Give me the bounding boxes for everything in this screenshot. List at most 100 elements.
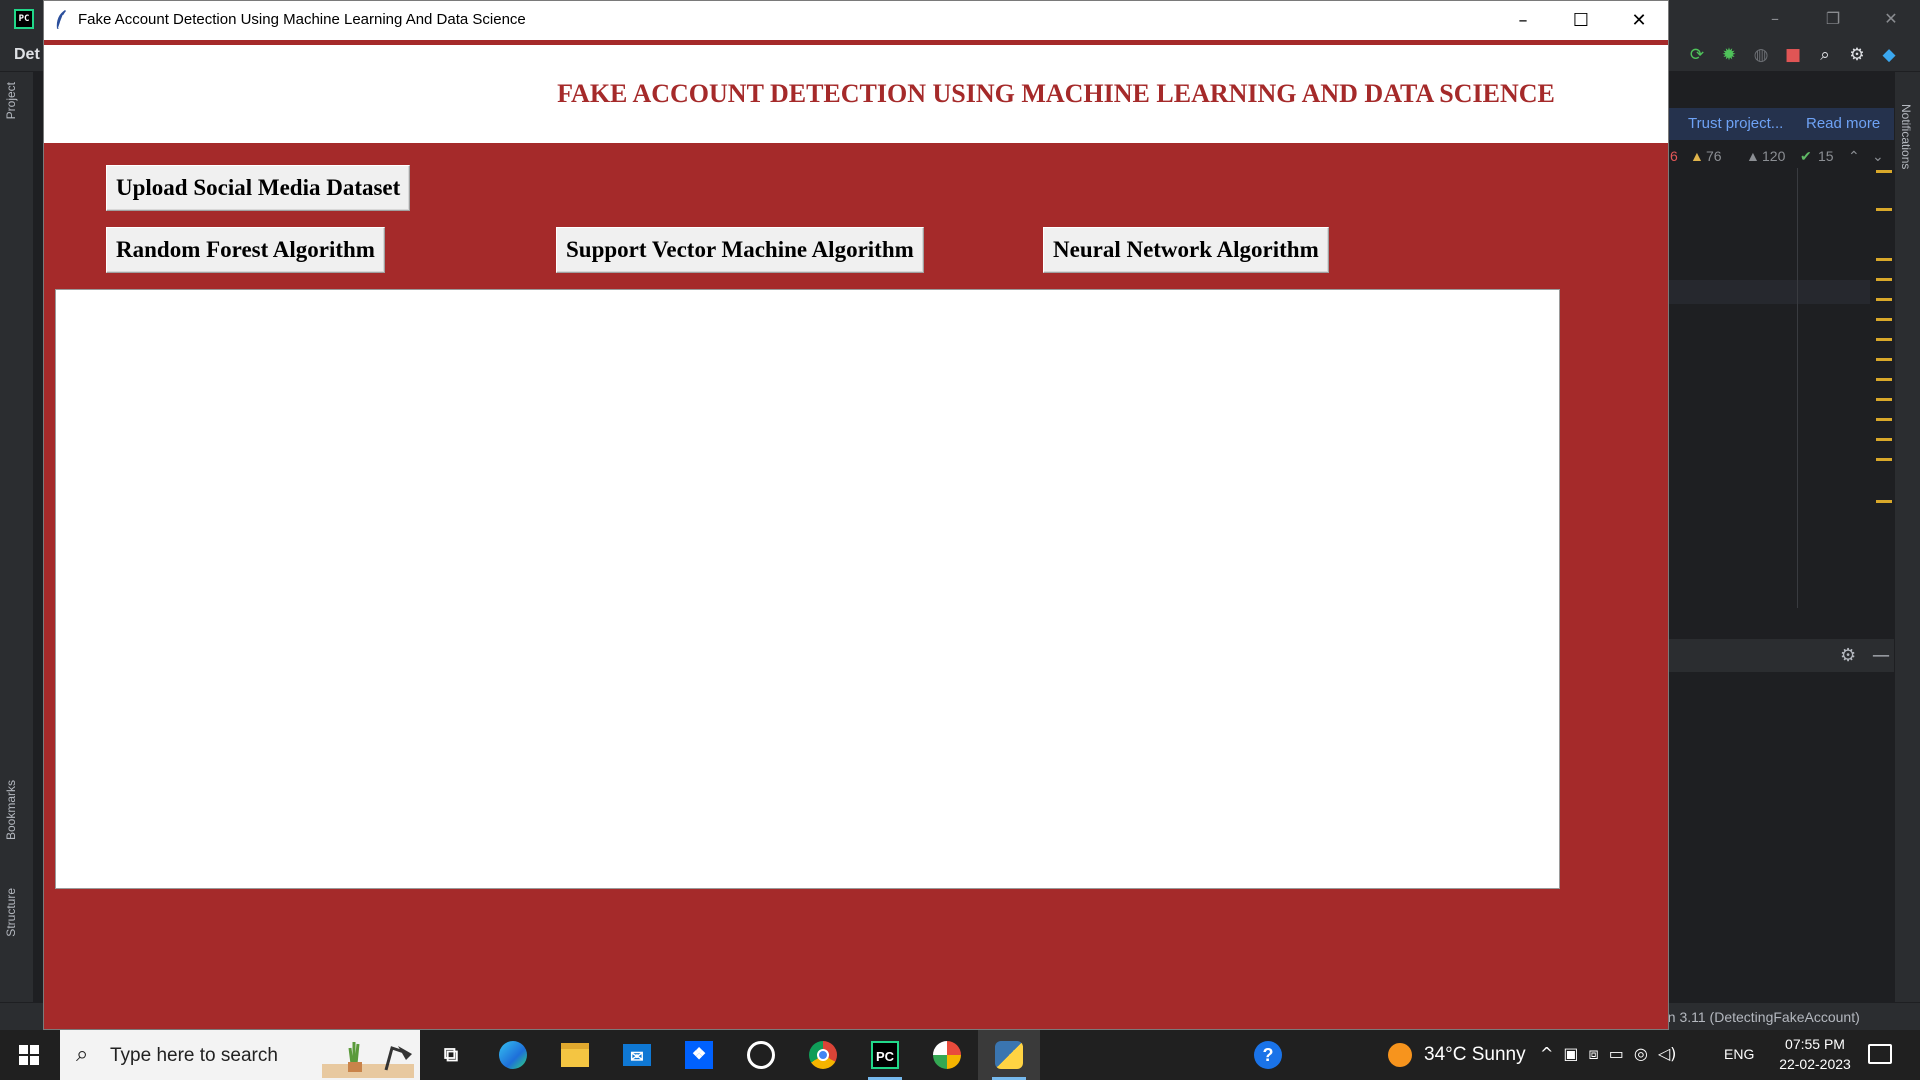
volume-icon[interactable]: ◁) — [1658, 1044, 1677, 1064]
output-textarea[interactable] — [55, 289, 1560, 889]
clock-date: 22-02-2023 — [1779, 1056, 1851, 1072]
upload-dataset-button[interactable]: Upload Social Media Dataset — [106, 165, 411, 211]
pycharm-icon[interactable]: PC — [854, 1030, 916, 1080]
warning-stripe-mark — [1876, 458, 1892, 461]
ide-close-button[interactable]: ✕ — [1862, 0, 1920, 38]
ide-right-tool-strip: Notifications — [1894, 72, 1920, 1010]
search-everywhere-icon[interactable]: ⌕ — [1814, 44, 1836, 66]
random-forest-button[interactable]: Random Forest Algorithm — [106, 227, 385, 273]
app-minimize-button[interactable]: – — [1494, 1, 1552, 40]
fake-account-detection-window: Fake Account Detection Using Machine Lea… — [43, 0, 1669, 1030]
coverage-icon[interactable]: ◍ — [1750, 44, 1772, 66]
app-heading-panel: FAKE ACCOUNT DETECTION USING MACHINE LEA… — [44, 45, 1668, 143]
pycharm-logo-icon: PC — [14, 9, 34, 29]
help-icon[interactable]: ? — [1254, 1041, 1282, 1069]
chevron-down-icon[interactable]: ⌄ — [1872, 148, 1884, 165]
taskbar-pinned-apps: ⧉ ✉ ❖ PC — [420, 1030, 1040, 1080]
app-window-title: Fake Account Detection Using Machine Lea… — [78, 11, 526, 28]
svm-button[interactable]: Support Vector Machine Algorithm — [556, 227, 924, 273]
chrome-icon[interactable] — [792, 1030, 854, 1080]
warning-stripe-mark — [1876, 298, 1892, 301]
search-input[interactable] — [110, 1045, 350, 1067]
display-icon[interactable]: ⧈ — [1589, 1044, 1599, 1064]
editor-error-stripe[interactable] — [1876, 170, 1892, 590]
warning-stripe-mark — [1876, 318, 1892, 321]
panel-hide-icon[interactable]: — — [1872, 645, 1890, 666]
warning-count: 76 — [1706, 148, 1722, 164]
tool-window-structure[interactable]: Structure — [4, 888, 18, 937]
ide-toolbar-icons: ⟳ ✹ ◍ ■ ⌕ ⚙ ◆ — [1686, 44, 1900, 66]
inspection-widget[interactable]: 6 ▲ 76 ▲ 120 ✔ 15 ⌃ ⌄ — [1668, 146, 1894, 168]
input-language[interactable]: ENG — [1724, 1046, 1754, 1062]
chevron-up-icon[interactable]: ^ — [1540, 1044, 1553, 1064]
warning-stripe-mark — [1876, 418, 1892, 421]
python-icon[interactable] — [978, 1030, 1040, 1080]
trust-project-banner: Trust project... Read more — [1668, 108, 1894, 140]
taskbar-search-box[interactable]: ⌕ — [60, 1030, 420, 1080]
app-maximize-button[interactable]: ☐ — [1552, 1, 1610, 40]
weak-warning-count: 120 — [1762, 148, 1786, 164]
meet-now-icon[interactable]: ▣ — [1563, 1044, 1578, 1064]
editor-right-margin — [1797, 168, 1798, 608]
pycharm-taskbar-label: PC — [871, 1041, 899, 1069]
settings-gear-icon[interactable]: ⚙ — [1846, 44, 1868, 66]
system-tray-icons: ^ ▣ ⧈ ▭ ◎ ◁) — [1540, 1044, 1676, 1064]
warning-stripe-mark — [1876, 378, 1892, 381]
search-highlight-plant-lamp-icon — [322, 1042, 414, 1078]
ide-bottom-panel-header: ⚙ — — [1668, 638, 1894, 672]
windows-taskbar: ⌕ ⧉ ✉ ❖ PC ? 34°C Sunny ^ ▣ ⧈ ▭ ◎ ◁) ENG… — [0, 1030, 1920, 1080]
chevron-up-icon[interactable]: ⌃ — [1848, 148, 1860, 165]
dropbox-icon[interactable]: ❖ — [668, 1030, 730, 1080]
search-icon: ⌕ — [76, 1042, 89, 1067]
python-interpreter-status[interactable]: on 3.11 (DetectingFakeAccount) — [1660, 1009, 1860, 1025]
read-more-link[interactable]: Read more — [1806, 115, 1880, 132]
ide-restore-button[interactable]: ❐ — [1804, 0, 1862, 38]
ide-project-name[interactable]: Det — [14, 46, 40, 64]
file-explorer-icon[interactable] — [544, 1030, 606, 1080]
clock[interactable]: 07:55 PM 22-02-2023 — [1770, 1034, 1860, 1074]
weather-sun-icon[interactable] — [1388, 1043, 1412, 1067]
warning-stripe-mark — [1876, 398, 1892, 401]
tool-window-bookmarks[interactable]: Bookmarks — [4, 780, 18, 840]
weak-warning-icon: ▲ — [1746, 148, 1760, 164]
page-title: FAKE ACCOUNT DETECTION USING MACHINE LEA… — [557, 79, 1555, 108]
warning-stripe-mark — [1876, 438, 1892, 441]
tk-feather-icon — [56, 10, 66, 30]
ide-left-tool-strip: Project Bookmarks Structure — [0, 72, 34, 1010]
battery-icon[interactable]: ▭ — [1609, 1044, 1624, 1064]
warning-stripe-mark — [1876, 338, 1892, 341]
ide-minimize-button[interactable]: – — [1746, 0, 1804, 38]
warning-icon: ▲ — [1690, 148, 1704, 164]
app-window-controls: – ☐ ✕ — [1494, 1, 1668, 40]
rerun-icon[interactable]: ⟳ — [1686, 44, 1708, 66]
mail-icon[interactable]: ✉ — [606, 1030, 668, 1080]
task-view-icon[interactable]: ⧉ — [420, 1030, 482, 1080]
neural-network-button[interactable]: Neural Network Algorithm — [1043, 227, 1329, 273]
tool-window-project[interactable]: Project — [4, 82, 18, 119]
tool-window-notifications[interactable]: Notifications — [1899, 104, 1913, 169]
trust-project-link[interactable]: Trust project... — [1688, 115, 1783, 132]
network-globe-icon[interactable]: ◎ — [1634, 1044, 1648, 1064]
steam-icon[interactable] — [730, 1030, 792, 1080]
weather-widget[interactable]: 34°C Sunny — [1424, 1044, 1526, 1066]
ide-editor-area — [1668, 100, 1894, 640]
editor-highlighted-line — [1668, 280, 1870, 304]
ok-count: 15 — [1818, 148, 1834, 164]
app-close-button[interactable]: ✕ — [1610, 1, 1668, 40]
jetbrains-ai-icon[interactable]: ◆ — [1878, 44, 1900, 66]
warning-stripe-mark — [1876, 258, 1892, 261]
ide-window-controls: – ❐ ✕ — [1746, 0, 1920, 38]
warning-stripe-mark — [1876, 278, 1892, 281]
windows-start-icon[interactable] — [0, 1030, 58, 1080]
stop-icon[interactable]: ■ — [1782, 44, 1804, 66]
edge-icon[interactable] — [482, 1030, 544, 1080]
warning-stripe-mark — [1876, 500, 1892, 503]
debug-icon[interactable]: ✹ — [1718, 44, 1740, 66]
check-icon: ✔ — [1800, 148, 1812, 164]
panel-settings-gear-icon[interactable]: ⚙ — [1840, 645, 1856, 666]
pinwheel-app-icon[interactable] — [916, 1030, 978, 1080]
notification-center-icon[interactable] — [1868, 1044, 1892, 1064]
warning-stripe-mark — [1876, 358, 1892, 361]
warning-stripe-mark — [1876, 170, 1892, 173]
error-count: 6 — [1670, 148, 1678, 164]
